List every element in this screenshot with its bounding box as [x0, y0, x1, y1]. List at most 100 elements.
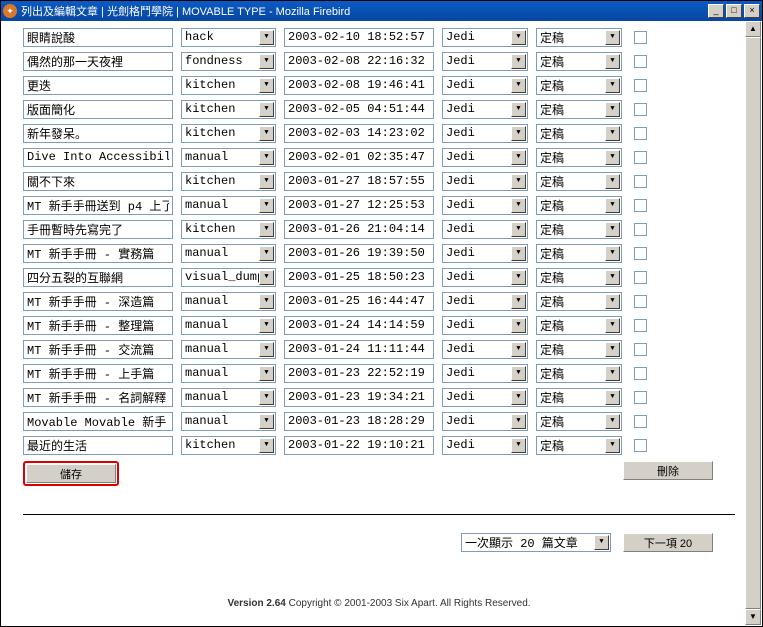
category-select[interactable]: manual▼ [181, 292, 276, 311]
status-select[interactable]: 定稿▼ [536, 100, 622, 119]
category-select[interactable]: fondness▼ [181, 52, 276, 71]
title-input[interactable] [23, 316, 173, 335]
author-select[interactable]: Jedi▼ [442, 364, 528, 383]
category-select[interactable]: kitchen▼ [181, 76, 276, 95]
scroll-up-button[interactable]: ▲ [745, 21, 761, 37]
minimize-button[interactable]: _ [708, 4, 724, 18]
status-select[interactable]: 定稿▼ [536, 364, 622, 383]
category-select[interactable]: manual▼ [181, 148, 276, 167]
author-select[interactable]: Jedi▼ [442, 196, 528, 215]
title-input[interactable] [23, 436, 173, 455]
date-input[interactable] [284, 340, 434, 359]
status-select[interactable]: 定稿▼ [536, 148, 622, 167]
category-select[interactable]: manual▼ [181, 340, 276, 359]
select-checkbox[interactable] [634, 439, 647, 452]
date-input[interactable] [284, 124, 434, 143]
author-select[interactable]: Jedi▼ [442, 28, 528, 47]
select-checkbox[interactable] [634, 319, 647, 332]
author-select[interactable]: Jedi▼ [442, 244, 528, 263]
title-input[interactable] [23, 28, 173, 47]
status-select[interactable]: 定稿▼ [536, 52, 622, 71]
select-checkbox[interactable] [634, 103, 647, 116]
maximize-button[interactable]: □ [726, 4, 742, 18]
select-checkbox[interactable] [634, 415, 647, 428]
title-input[interactable] [23, 244, 173, 263]
date-input[interactable] [284, 28, 434, 47]
select-checkbox[interactable] [634, 223, 647, 236]
status-select[interactable]: 定稿▼ [536, 244, 622, 263]
select-checkbox[interactable] [634, 79, 647, 92]
scroll-down-button[interactable]: ▼ [745, 609, 761, 625]
author-select[interactable]: Jedi▼ [442, 220, 528, 239]
title-input[interactable] [23, 172, 173, 191]
date-input[interactable] [284, 148, 434, 167]
category-select[interactable]: kitchen▼ [181, 100, 276, 119]
title-input[interactable] [23, 268, 173, 287]
author-select[interactable]: Jedi▼ [442, 412, 528, 431]
title-input[interactable] [23, 196, 173, 215]
status-select[interactable]: 定稿▼ [536, 28, 622, 47]
date-input[interactable] [284, 172, 434, 191]
date-input[interactable] [284, 196, 434, 215]
author-select[interactable]: Jedi▼ [442, 52, 528, 71]
status-select[interactable]: 定稿▼ [536, 316, 622, 335]
title-input[interactable] [23, 100, 173, 119]
category-select[interactable]: manual▼ [181, 316, 276, 335]
status-select[interactable]: 定稿▼ [536, 268, 622, 287]
category-select[interactable]: kitchen▼ [181, 124, 276, 143]
select-checkbox[interactable] [634, 367, 647, 380]
title-input[interactable] [23, 340, 173, 359]
status-select[interactable]: 定稿▼ [536, 196, 622, 215]
delete-button[interactable]: 刪除 [623, 461, 713, 480]
category-select[interactable]: hack▼ [181, 28, 276, 47]
category-select[interactable]: kitchen▼ [181, 220, 276, 239]
author-select[interactable]: Jedi▼ [442, 268, 528, 287]
select-checkbox[interactable] [634, 151, 647, 164]
date-input[interactable] [284, 100, 434, 119]
category-select[interactable]: visual_dump▼ [181, 268, 276, 287]
category-select[interactable]: manual▼ [181, 412, 276, 431]
date-input[interactable] [284, 292, 434, 311]
vertical-scrollbar[interactable]: ▲ ▼ [745, 21, 761, 625]
category-select[interactable]: manual▼ [181, 244, 276, 263]
select-checkbox[interactable] [634, 295, 647, 308]
author-select[interactable]: Jedi▼ [442, 124, 528, 143]
author-select[interactable]: Jedi▼ [442, 148, 528, 167]
select-checkbox[interactable] [634, 175, 647, 188]
category-select[interactable]: manual▼ [181, 196, 276, 215]
select-checkbox[interactable] [634, 31, 647, 44]
status-select[interactable]: 定稿▼ [536, 76, 622, 95]
date-input[interactable] [284, 364, 434, 383]
date-input[interactable] [284, 412, 434, 431]
category-select[interactable]: kitchen▼ [181, 172, 276, 191]
date-input[interactable] [284, 244, 434, 263]
status-select[interactable]: 定稿▼ [536, 220, 622, 239]
title-input[interactable] [23, 148, 173, 167]
category-select[interactable]: manual▼ [181, 364, 276, 383]
save-button[interactable]: 儲存 [26, 464, 116, 483]
date-input[interactable] [284, 220, 434, 239]
author-select[interactable]: Jedi▼ [442, 292, 528, 311]
title-input[interactable] [23, 52, 173, 71]
date-input[interactable] [284, 316, 434, 335]
select-checkbox[interactable] [634, 55, 647, 68]
author-select[interactable]: Jedi▼ [442, 100, 528, 119]
author-select[interactable]: Jedi▼ [442, 340, 528, 359]
select-checkbox[interactable] [634, 127, 647, 140]
status-select[interactable]: 定稿▼ [536, 124, 622, 143]
author-select[interactable]: Jedi▼ [442, 436, 528, 455]
select-checkbox[interactable] [634, 343, 647, 356]
category-select[interactable]: kitchen▼ [181, 436, 276, 455]
status-select[interactable]: 定稿▼ [536, 340, 622, 359]
per-page-select[interactable]: 一次顯示 20 篇文章 ▼ [461, 533, 611, 552]
next-page-button[interactable]: 下一項 20 [623, 533, 713, 552]
select-checkbox[interactable] [634, 391, 647, 404]
title-input[interactable] [23, 364, 173, 383]
date-input[interactable] [284, 388, 434, 407]
title-input[interactable] [23, 412, 173, 431]
select-checkbox[interactable] [634, 247, 647, 260]
title-input[interactable] [23, 292, 173, 311]
title-input[interactable] [23, 388, 173, 407]
author-select[interactable]: Jedi▼ [442, 76, 528, 95]
date-input[interactable] [284, 268, 434, 287]
